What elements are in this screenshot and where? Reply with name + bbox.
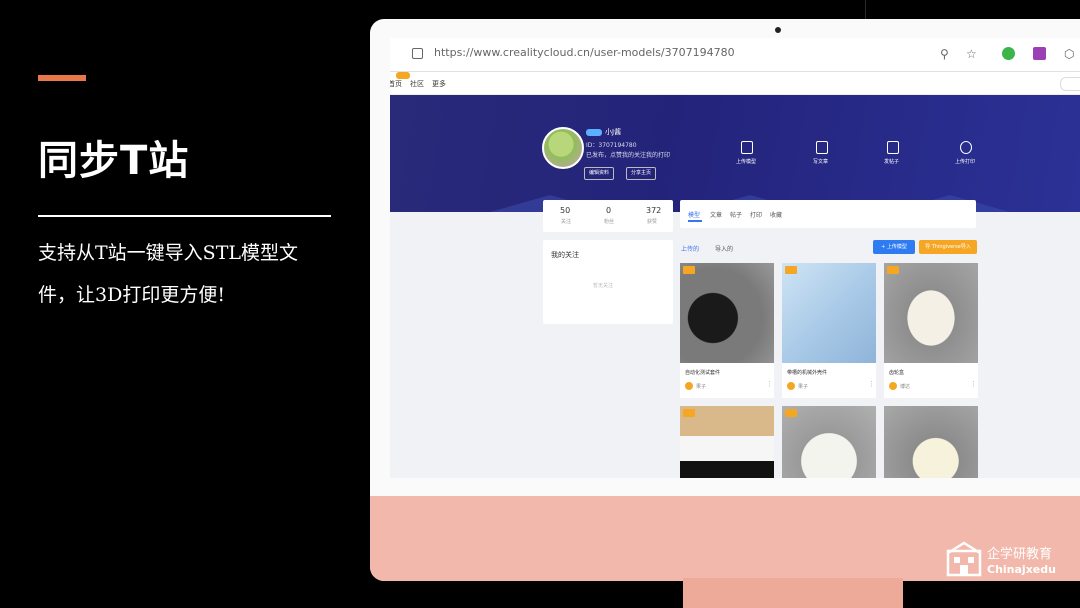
- counters-panel: 50 关注 0 粉丝 372 获赞: [543, 200, 673, 232]
- accent-bar: [38, 75, 86, 81]
- slide-title: 同步T站: [38, 138, 190, 184]
- upload-model-button[interactable]: + 上传模型: [873, 240, 915, 254]
- model-card[interactable]: [782, 406, 876, 478]
- author-avatar: [889, 382, 897, 390]
- following-label: 关注: [561, 219, 572, 225]
- user-id: ID：3707194780: [586, 142, 637, 149]
- lock-icon: [412, 48, 423, 59]
- tab-prints[interactable]: 打印: [750, 210, 762, 219]
- author-avatar: [787, 382, 795, 390]
- screen: https://www.crealitycloud.cn/user-models…: [390, 38, 1080, 478]
- model-thumbnail: [884, 406, 978, 478]
- model-thumbnail: [782, 263, 876, 363]
- follow-panel: 我的关注 暂无关注: [543, 240, 673, 324]
- model-tag: [683, 266, 695, 274]
- model-icon[interactable]: [741, 141, 753, 154]
- nav-item-more[interactable]: 更多: [432, 79, 446, 89]
- edit-profile-button[interactable]: 编辑资料: [584, 167, 615, 180]
- model-thumbnail: [680, 263, 774, 363]
- likes-label: 获赞: [647, 219, 658, 225]
- user-bio: 已发布，点赞我的关注我的打印: [586, 152, 671, 159]
- content-tabs: 模型 文章 帖子 打印 收藏: [680, 200, 976, 228]
- camera-dot: [775, 27, 781, 33]
- url-text: https://www.crealitycloud.cn/user-models…: [434, 46, 735, 59]
- model-thumbnail: [884, 263, 978, 363]
- model-author: 博达: [900, 384, 911, 390]
- zoom-icon[interactable]: ⚲: [940, 47, 949, 61]
- model-title: 自动化测试套件: [685, 370, 721, 376]
- subtab-uploaded[interactable]: 上传的: [681, 244, 699, 253]
- share-profile-button[interactable]: 分享主页: [626, 167, 657, 180]
- model-title: 带槽的机械外壳件: [787, 370, 828, 376]
- tab-models[interactable]: 模型: [688, 210, 700, 219]
- nav-item-community[interactable]: 社区: [410, 79, 424, 89]
- post-label: 发帖子: [884, 159, 900, 165]
- favorite-star-icon[interactable]: ☆: [966, 47, 977, 61]
- extension-purple-icon[interactable]: [1033, 47, 1046, 60]
- brand-logo-icon: [946, 541, 982, 577]
- model-card[interactable]: 带槽的机械外壳件 果子 ⋮: [782, 263, 876, 398]
- following-count: 50: [560, 206, 571, 215]
- author-avatar: [685, 382, 693, 390]
- print-icon[interactable]: [960, 141, 972, 154]
- model-author: 果子: [696, 384, 707, 390]
- follow-empty-text: 暂无关注: [593, 283, 614, 289]
- model-tag: [785, 409, 797, 417]
- tab-articles[interactable]: 文章: [710, 210, 722, 219]
- followers-label: 粉丝: [604, 219, 615, 225]
- model-tag: [887, 266, 899, 274]
- browser-toolbar: https://www.crealitycloud.cn/user-models…: [390, 38, 1080, 72]
- extension-green-icon[interactable]: [1002, 47, 1015, 60]
- profile-banner: 小J酱 ID：3707194780 已发布，点赞我的关注我的打印 编辑资料 分享…: [390, 95, 1080, 212]
- nav-search-input[interactable]: [1060, 77, 1080, 91]
- title-divider: [38, 215, 331, 217]
- thingiverse-import-button[interactable]: 导 Thingiverse导入: [919, 240, 977, 254]
- monitor-stand: [683, 578, 903, 608]
- article-icon[interactable]: [816, 141, 828, 154]
- site-navbar: 首页 社区 更多: [390, 72, 1080, 95]
- model-card[interactable]: 自动化测试套件 果子 ⋮: [680, 263, 774, 398]
- model-title: 齿轮盒: [889, 370, 905, 376]
- slide-description: 支持从T站一键导入STL模型文件，让3D打印更方便!: [38, 242, 298, 306]
- tab-posts[interactable]: 帖子: [730, 210, 742, 219]
- menu-icon[interactable]: ⬡: [1064, 47, 1074, 61]
- model-card[interactable]: 齿轮盒 博达 ⋮: [884, 263, 978, 398]
- more-icon[interactable]: ⋮: [766, 380, 773, 388]
- avatar[interactable]: [542, 127, 584, 169]
- post-icon[interactable]: [887, 141, 899, 154]
- nav-item-home[interactable]: 首页: [390, 79, 402, 89]
- upload-print-label: 上传打印: [955, 159, 976, 165]
- tab-favorites[interactable]: 收藏: [770, 210, 782, 219]
- model-author: 果子: [798, 384, 809, 390]
- write-article-label: 写文章: [813, 159, 829, 165]
- model-tag: [785, 266, 797, 274]
- username: 小J酱: [605, 128, 622, 136]
- hot-badge: [396, 72, 410, 79]
- followers-count: 0: [606, 206, 612, 215]
- brand-name-en: Chinajxedu: [987, 563, 1056, 576]
- upload-model-label: 上传模型: [736, 159, 757, 165]
- brand-name-cn: 企学研教育: [987, 547, 1053, 562]
- more-icon[interactable]: ⋮: [868, 380, 875, 388]
- subtab-imported[interactable]: 导入的: [715, 244, 733, 253]
- more-icon[interactable]: ⋮: [970, 380, 977, 388]
- model-card[interactable]: [680, 406, 774, 478]
- model-card[interactable]: [884, 406, 978, 478]
- tab-active-indicator: [688, 220, 702, 222]
- likes-count: 372: [646, 206, 662, 215]
- vip-badge: [586, 129, 602, 136]
- address-bar[interactable]: https://www.crealitycloud.cn/user-models…: [404, 43, 984, 65]
- follow-panel-title: 我的关注: [551, 251, 579, 259]
- model-tag: [683, 409, 695, 417]
